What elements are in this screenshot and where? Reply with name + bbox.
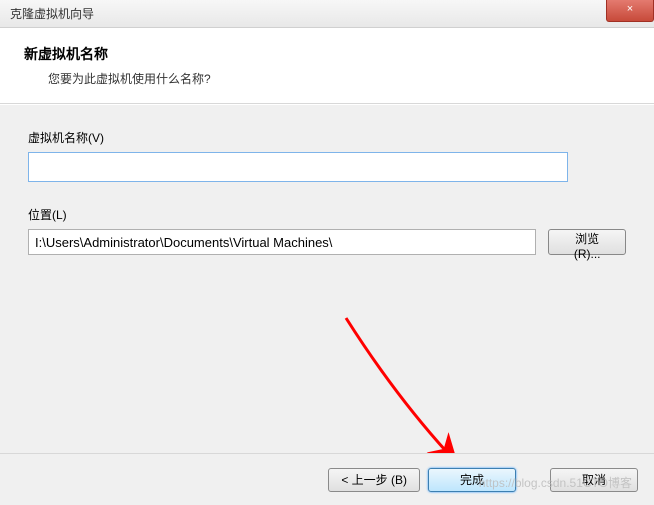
finish-button[interactable]: 完成 — [428, 468, 516, 492]
title-bar: 克隆虚拟机向导 × — [0, 0, 654, 28]
location-input[interactable] — [28, 229, 536, 255]
vm-name-label: 虚拟机名称(V) — [28, 129, 626, 146]
cancel-button[interactable]: 取消 — [550, 468, 638, 492]
vm-name-group: 虚拟机名称(V) — [28, 129, 626, 182]
wizard-content: 虚拟机名称(V) 位置(L) 浏览(R)... — [0, 104, 654, 500]
page-title: 新虚拟机名称 — [24, 44, 630, 64]
wizard-header: 新虚拟机名称 您要为此虚拟机使用什么名称? — [0, 28, 654, 104]
back-button[interactable]: < 上一步 (B) — [328, 468, 420, 492]
close-icon: × — [627, 3, 633, 15]
window-title: 克隆虚拟机向导 — [10, 7, 94, 21]
location-label: 位置(L) — [28, 206, 626, 223]
vm-name-input[interactable] — [28, 152, 568, 182]
wizard-footer: < 上一步 (B) 完成 取消 — [0, 453, 654, 505]
location-group: 位置(L) 浏览(R)... — [28, 206, 626, 255]
page-subtitle: 您要为此虚拟机使用什么名称? — [48, 70, 630, 87]
browse-button[interactable]: 浏览(R)... — [548, 229, 626, 255]
close-button[interactable]: × — [606, 0, 654, 22]
